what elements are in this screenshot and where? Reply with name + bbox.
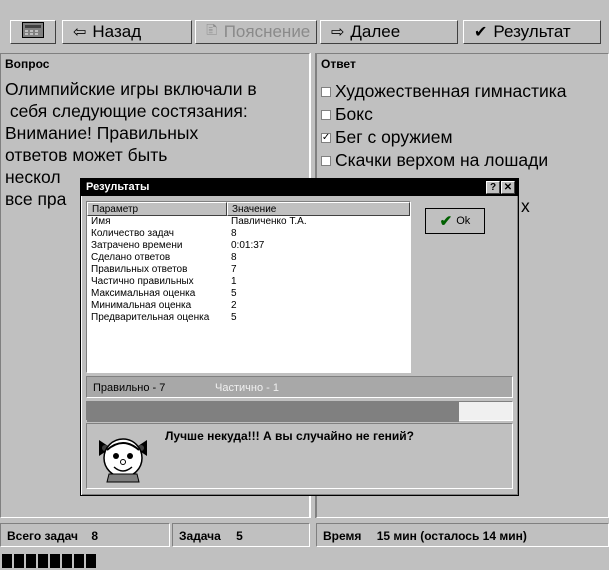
- score-progress-bar: [86, 401, 513, 422]
- explain-button[interactable]: 🗈 Пояснение: [195, 20, 317, 44]
- answer-header: Ответ: [317, 54, 608, 74]
- answer-label: Бег с оружием: [335, 127, 453, 147]
- results-row[interactable]: Сделано ответов 8: [87, 252, 407, 264]
- results-row[interactable]: Правильных ответов 7: [87, 264, 407, 276]
- back-button[interactable]: ⇦ Назад: [62, 20, 192, 44]
- row-param: Максимальная оценка: [91, 288, 196, 299]
- row-param: Имя: [91, 216, 111, 227]
- column-header-param[interactable]: Параметр: [87, 202, 227, 216]
- answer-label: Скачки верхом на лошади: [335, 150, 549, 170]
- status-bar: Всего задач 8 Задача 5 Время 15 мин (ост…: [0, 523, 609, 547]
- score-progress-fill: [87, 402, 459, 422]
- checkbox-checked[interactable]: ✓: [321, 132, 331, 143]
- checkbox[interactable]: [321, 155, 331, 166]
- row-value: 7: [231, 264, 237, 275]
- results-row[interactable]: Имя Павличенко Т.А.: [87, 216, 407, 228]
- note-icon: 🗈: [206, 21, 218, 39]
- results-row[interactable]: Предварительная оценка 5: [87, 312, 407, 324]
- arrow-left-icon: ⇦: [73, 24, 87, 41]
- results-row[interactable]: Минимальная оценка 2: [87, 300, 407, 312]
- answer-option[interactable]: ✓ Бег с оружием: [321, 126, 604, 149]
- calculator-button[interactable]: [10, 20, 56, 44]
- results-row[interactable]: Частично правильных 1: [87, 276, 407, 288]
- results-dialog: Результаты ? ✕ Параметр Значение Имя Павл…: [80, 178, 519, 496]
- checkbox[interactable]: [321, 109, 331, 120]
- status-time-label: Время: [323, 529, 362, 543]
- row-value: 1: [231, 276, 237, 287]
- status-task: Задача 5: [172, 523, 310, 547]
- next-button-label: Далее: [350, 22, 401, 41]
- row-param: Сделано ответов: [91, 252, 171, 263]
- result-message: Лучше некуда!!! А вы случайно не гений?: [165, 429, 414, 443]
- result-button[interactable]: ✔ Результат: [463, 20, 601, 44]
- row-param: Затрачено времени: [91, 240, 183, 251]
- task-block: [74, 554, 84, 568]
- explain-button-label: Пояснение: [223, 22, 311, 41]
- results-row[interactable]: Затрачено времени 0:01:37: [87, 240, 407, 252]
- row-value: 8: [231, 228, 237, 239]
- task-block: [62, 554, 72, 568]
- task-block: [86, 554, 96, 568]
- row-value: 2: [231, 300, 237, 311]
- result-button-label: Результат: [493, 22, 571, 41]
- row-param: Минимальная оценка: [91, 300, 192, 311]
- toolbar: ⇦ Назад 🗈 Пояснение ⇨ Далее ✔ Результат: [0, 0, 609, 46]
- task-progress-blocks: [2, 554, 96, 570]
- ok-button[interactable]: ✔ Ok: [425, 208, 485, 234]
- task-block: [50, 554, 60, 568]
- status-total-value: 8: [91, 529, 98, 543]
- answer-label: Художественная гимнастика: [335, 81, 567, 101]
- task-block: [2, 554, 12, 568]
- question-line: Внимание! Правильных: [5, 123, 199, 143]
- question-header: Вопрос: [1, 54, 309, 74]
- close-button[interactable]: ✕: [501, 181, 515, 194]
- status-time: Время 15 мин (осталось 14 мин): [316, 523, 609, 547]
- legend-partial: Частично - 1: [215, 382, 279, 394]
- task-block: [38, 554, 48, 568]
- checkbox[interactable]: [321, 86, 331, 97]
- status-total: Всего задач 8: [0, 523, 170, 547]
- dialog-title: Результаты: [86, 181, 150, 193]
- question-line: ответов может быть: [5, 145, 168, 165]
- results-row[interactable]: Количество задач 8: [87, 228, 407, 240]
- help-button[interactable]: ?: [486, 181, 500, 194]
- status-time-value: 15 мин (осталось 14 мин): [376, 529, 527, 543]
- arrow-right-icon: ⇨: [331, 24, 345, 41]
- question-line: Олимпийские игры включали в: [5, 79, 257, 99]
- legend-correct: Правильно - 7: [93, 382, 166, 394]
- answer-label: Бокс: [335, 104, 373, 124]
- answer-option[interactable]: Скачки верхом на лошади: [321, 149, 604, 172]
- row-param: Предварительная оценка: [91, 312, 210, 323]
- back-button-label: Назад: [92, 22, 142, 41]
- row-value: Павличенко Т.А.: [231, 216, 307, 227]
- status-task-value: 5: [236, 529, 243, 543]
- next-button[interactable]: ⇨ Далее: [320, 20, 458, 44]
- score-legend: Правильно - 7 Частично - 1: [86, 376, 513, 398]
- status-task-label: Задача: [179, 529, 221, 543]
- row-value: 5: [231, 288, 237, 299]
- task-block: [14, 554, 24, 568]
- row-param: Частично правильных: [91, 276, 194, 287]
- status-total-label: Всего задач: [7, 529, 78, 543]
- answer-label: х: [521, 196, 530, 216]
- message-panel: Лучше некуда!!! А вы случайно не гений?: [86, 423, 513, 489]
- ok-button-label: Ok: [456, 215, 471, 227]
- answer-option[interactable]: Бокс: [321, 103, 604, 126]
- row-param: Количество задач: [91, 228, 175, 239]
- calculator-icon: [22, 21, 44, 43]
- row-param: Правильных ответов: [91, 264, 188, 275]
- task-block: [26, 554, 36, 568]
- dialog-title-bar[interactable]: Результаты ? ✕: [81, 179, 518, 196]
- girl-face-icon: [95, 430, 151, 489]
- results-grid: Параметр Значение Имя Павличенко Т.А. Коли…: [86, 201, 411, 373]
- row-value: 5: [231, 312, 237, 323]
- column-header-value[interactable]: Значение: [227, 202, 410, 216]
- answer-option[interactable]: Художественная гимнастика: [321, 80, 604, 103]
- row-value: 8: [231, 252, 237, 263]
- row-value: 0:01:37: [231, 240, 265, 251]
- results-row[interactable]: Максимальная оценка 5: [87, 288, 407, 300]
- check-icon: ✔: [474, 24, 488, 41]
- question-line: себя следующие состязания:: [5, 101, 248, 121]
- check-icon: ✔: [439, 213, 453, 230]
